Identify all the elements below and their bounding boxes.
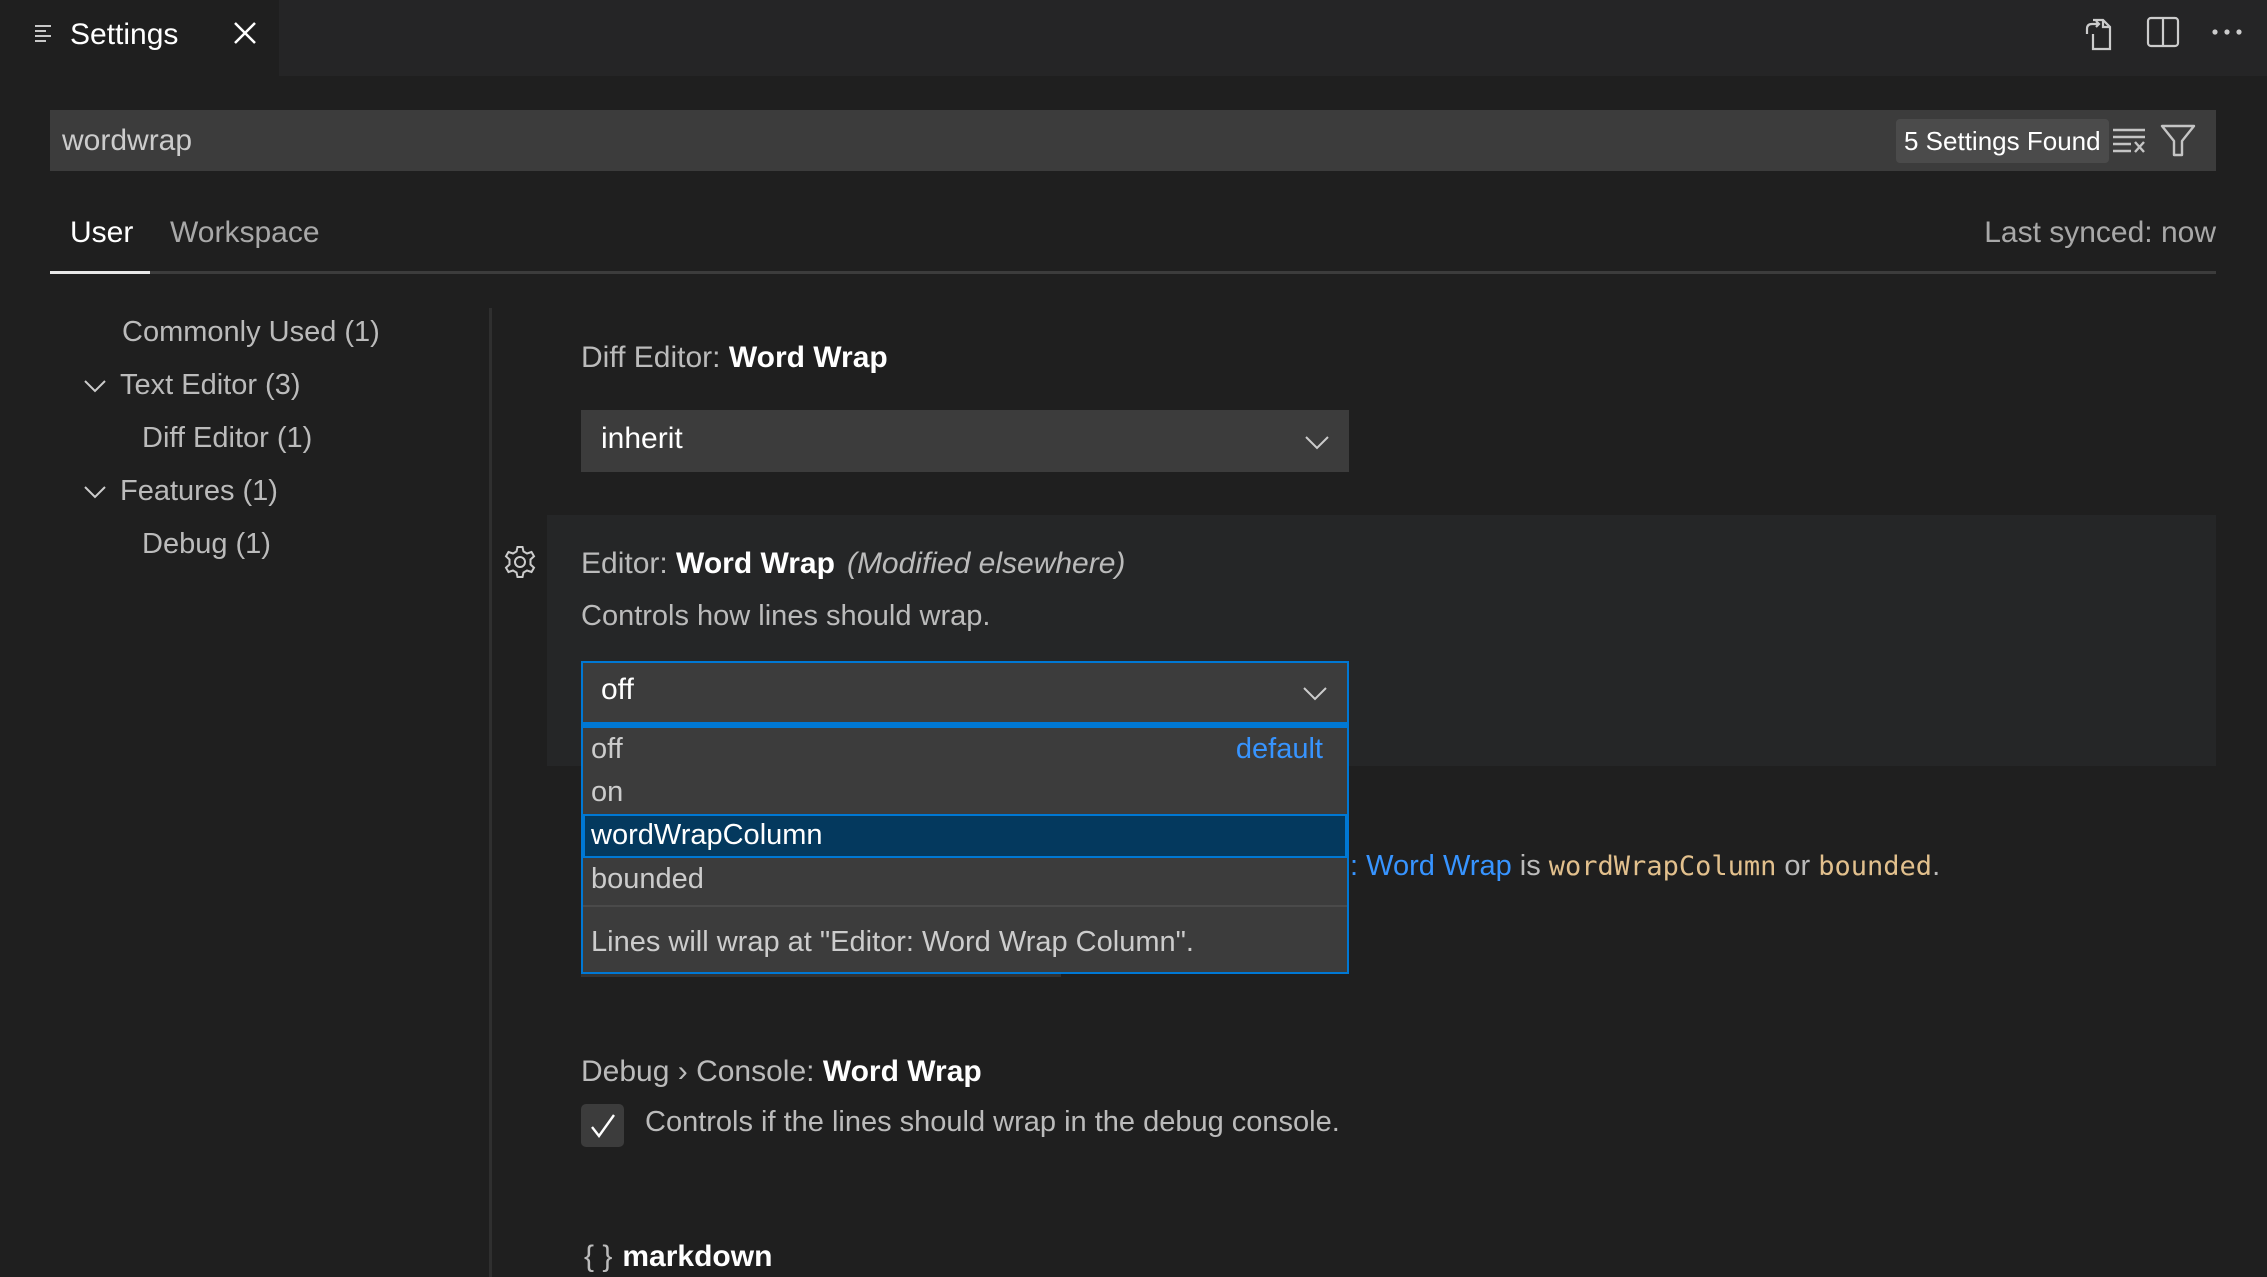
open-settings-json-button[interactable] <box>2079 12 2119 52</box>
dropdown-option-off[interactable]: off default <box>583 728 1347 772</box>
more-actions-button[interactable] <box>2207 12 2247 52</box>
settings-search-box: 5 Settings Found <box>50 110 2216 171</box>
tab-workspace[interactable]: Workspace <box>170 216 320 250</box>
select-value: off <box>601 673 634 706</box>
setting-name: Word Wrap <box>822 1055 982 1088</box>
option-description: Lines will wrap at "Editor: Word Wrap Co… <box>591 926 1194 958</box>
results-count-badge: 5 Settings Found <box>1896 119 2109 163</box>
setting-link[interactable]: : Word Wrap <box>1350 850 1512 882</box>
toc-divider[interactable] <box>489 308 492 1277</box>
modified-elsewhere-note[interactable]: (Modified elsewhere) <box>847 547 1125 580</box>
gear-icon[interactable] <box>502 544 538 580</box>
checkmark-icon <box>590 1113 615 1138</box>
go-to-file-icon <box>2085 18 2112 51</box>
filter-icon <box>2160 124 2196 157</box>
dropdown-option-on[interactable]: on <box>583 771 1347 815</box>
ellipsis-icon <box>2212 29 2242 35</box>
dropdown-option-bounded[interactable]: bounded <box>583 858 1347 902</box>
close-icon[interactable] <box>230 18 260 48</box>
dropdown-separator <box>583 905 1347 907</box>
toc-item-label: Text Editor (3) <box>120 369 301 401</box>
settings-group-markdown: { } markdown <box>584 1240 772 1274</box>
chevron-down-icon <box>84 379 106 392</box>
toc-item-label: Diff Editor (1) <box>142 422 313 454</box>
select-value: inherit <box>601 422 683 455</box>
settings-scope-tabs: User Workspace Last synced: now <box>50 210 2216 274</box>
toc-item-diff-editor[interactable]: Diff Editor (1) <box>142 422 312 455</box>
split-editor-button[interactable] <box>2143 12 2183 52</box>
toc-item-text-editor[interactable]: Text Editor (3) <box>82 369 301 402</box>
filter-settings-button[interactable] <box>2158 120 2198 160</box>
tab-title: Settings <box>70 18 179 51</box>
editor-word-wrap-select[interactable]: off <box>581 661 1349 724</box>
diff-editor-word-wrap-select[interactable]: inherit <box>581 410 1349 472</box>
active-tab-indicator <box>50 271 150 274</box>
chevron-down-icon <box>84 485 106 498</box>
debug-console-word-wrap-checkbox[interactable] <box>581 1104 624 1147</box>
setting-name: Word Wrap <box>676 547 835 580</box>
setting-title-editor-word-wrap: Editor: Word Wrap (Modified elsewhere) <box>581 547 1125 581</box>
setting-category: Editor: <box>581 547 677 580</box>
setting-description: Controls if the lines should wrap in the… <box>645 1106 1340 1138</box>
group-label: markdown <box>622 1240 773 1273</box>
chevron-down-icon <box>1303 687 1327 701</box>
obscured-setting-description: : Word Wrap is wordWrapColumn or bounded… <box>1350 850 1941 882</box>
toc-item-label: Commonly Used (1) <box>122 316 380 348</box>
toc-item-commonly-used[interactable]: Commonly Used (1) <box>122 316 380 349</box>
dropdown-option-wordwrapcolumn[interactable]: wordWrapColumn <box>583 814 1347 858</box>
editor-actions <box>2079 12 2247 52</box>
word-wrap-options-dropdown: off default on wordWrapColumn bounded Li… <box>581 722 1349 974</box>
setting-title-diff-editor-word-wrap: Diff Editor: Word Wrap <box>581 341 888 375</box>
split-editor-icon <box>2146 16 2180 48</box>
search-input[interactable] <box>62 110 1862 171</box>
sync-status: Last synced: now <box>1984 216 2216 249</box>
toc-item-label: Debug (1) <box>142 528 271 560</box>
chevron-down-icon <box>1305 436 1329 450</box>
braces-icon: { } <box>584 1240 613 1273</box>
setting-title-debug-console-word-wrap: Debug › Console: Word Wrap <box>581 1055 982 1089</box>
toc-item-label: Features (1) <box>120 475 278 507</box>
setting-name: Word Wrap <box>728 341 888 374</box>
settings-list-icon <box>35 25 51 42</box>
settings-tab[interactable]: Settings <box>0 0 279 76</box>
setting-description: Controls how lines should wrap. <box>581 600 991 632</box>
setting-category: Diff Editor: <box>581 341 729 374</box>
toc-item-features[interactable]: Features (1) <box>82 475 278 508</box>
code-value: wordWrapColumn <box>1548 851 1777 882</box>
default-badge: default <box>1235 733 1323 765</box>
clear-search-button[interactable] <box>2109 120 2149 160</box>
tab-user[interactable]: User <box>70 216 133 250</box>
toc-item-debug[interactable]: Debug (1) <box>142 528 271 561</box>
code-value: bounded <box>1818 851 1933 882</box>
editor-tab-bar: Settings <box>0 0 2267 76</box>
setting-category: Debug › Console: <box>581 1055 823 1088</box>
clear-filter-icon <box>2113 128 2145 153</box>
